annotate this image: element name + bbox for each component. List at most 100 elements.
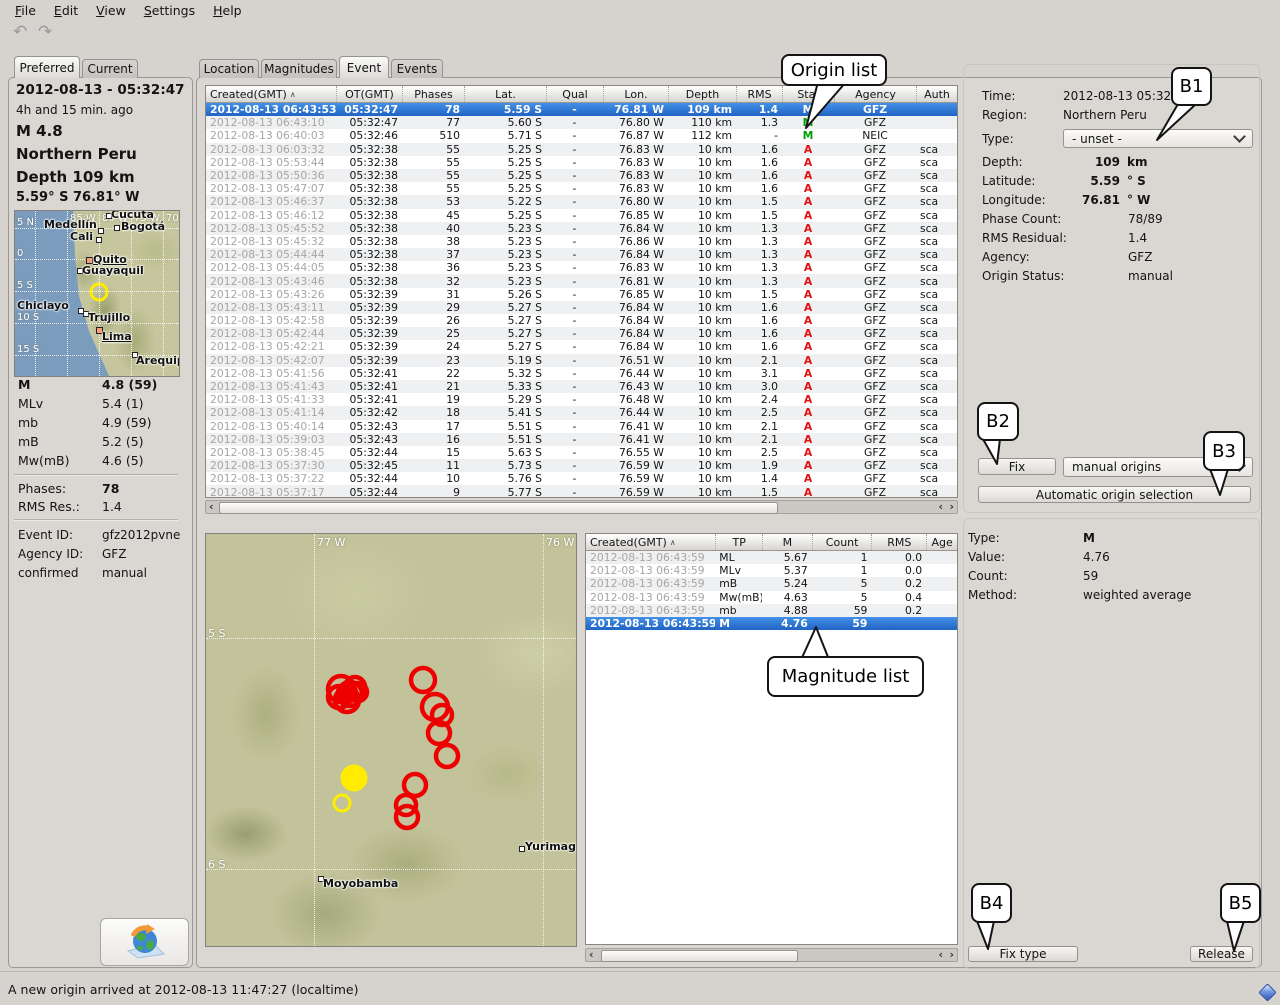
scrollbar-thumb[interactable] xyxy=(219,502,778,514)
scrollbar-thumb[interactable] xyxy=(601,950,798,962)
table-row[interactable]: 2012-08-13 05:38:4505:32:44155.63 S-76.5… xyxy=(206,446,957,459)
table-row[interactable]: 2012-08-13 05:41:1405:32:42185.41 S-76.4… xyxy=(206,406,957,419)
magnitude-table[interactable]: Created(GMT)∧TPMCountRMSAge2012-08-13 06… xyxy=(585,533,958,945)
column-header-depth[interactable]: Depth xyxy=(668,86,736,102)
table-row[interactable]: 2012-08-13 05:43:4605:32:38325.23 S-76.8… xyxy=(206,274,957,287)
table-row[interactable]: 2012-08-13 06:40:0305:32:465105.71 S-76.… xyxy=(206,129,957,142)
column-header-qual[interactable]: Qual xyxy=(546,86,603,102)
scroll-left-icon[interactable]: ‹ xyxy=(209,501,214,513)
scroll-right-icon[interactable]: › xyxy=(949,949,954,961)
show-map-button[interactable] xyxy=(100,918,189,966)
table-cell: - xyxy=(546,222,603,235)
table-row[interactable]: 2012-08-13 06:43:59mB5.2450.2 xyxy=(586,577,957,590)
tab-preferred[interactable]: Preferred xyxy=(14,56,80,78)
overview-map[interactable]: 85 W80 W75 W70 W5 N05 S10 S15 SCucutaMed… xyxy=(14,210,180,377)
table-row[interactable]: 2012-08-13 05:46:3705:32:38535.22 S-76.8… xyxy=(206,195,957,208)
table-cell: 2012-08-13 06:03:32 xyxy=(206,143,336,156)
table-row[interactable]: 2012-08-13 05:50:3605:32:38555.25 S-76.8… xyxy=(206,169,957,182)
table-row[interactable]: 2012-08-13 06:43:59ML5.6710.0 xyxy=(586,551,957,564)
location-map[interactable]: 77 W76 W5 S6 SYurimaguasMoyobamba xyxy=(205,533,577,947)
undo-icon[interactable]: ↶ xyxy=(13,22,27,42)
table-row[interactable]: 2012-08-13 05:37:2205:32:44105.76 S-76.5… xyxy=(206,472,957,485)
column-header-lat[interactable]: Lat. xyxy=(464,86,546,102)
column-header-tp[interactable]: TP xyxy=(715,534,762,550)
table-row[interactable]: 2012-08-13 06:43:1005:32:47775.60 S-76.8… xyxy=(206,116,957,129)
column-header-rms[interactable]: RMS xyxy=(871,534,926,550)
release-button[interactable]: Release xyxy=(1190,946,1253,962)
scroll-left-icon[interactable]: ‹ xyxy=(589,949,594,961)
menu-settings[interactable]: Settings xyxy=(135,1,204,20)
table-row[interactable]: 2012-08-13 05:41:3305:32:41195.29 S-76.4… xyxy=(206,393,957,406)
table-row[interactable]: 2012-08-13 05:42:0705:32:39235.19 S-76.5… xyxy=(206,354,957,367)
scroll-right-icon[interactable]: › xyxy=(949,501,954,513)
table-row[interactable]: 2012-08-13 05:42:4405:32:39255.27 S-76.8… xyxy=(206,327,957,340)
column-header-m[interactable]: M xyxy=(762,534,812,550)
column-header-rms[interactable]: RMS xyxy=(736,86,782,102)
redo-icon[interactable]: ↷ xyxy=(38,22,52,42)
automatic-origin-selection-button[interactable]: Automatic origin selection xyxy=(978,486,1251,503)
origin-table-hscrollbar[interactable]: ‹ ‹ › xyxy=(205,500,958,514)
magnitude-table-hscrollbar[interactable]: ‹ ‹ › xyxy=(585,948,958,962)
tab-magnitudes[interactable]: Magnitudes xyxy=(261,59,337,78)
column-header-otgmt[interactable]: OT(GMT) xyxy=(336,86,402,102)
table-row[interactable]: 2012-08-13 05:53:4405:32:38555.25 S-76.8… xyxy=(206,156,957,169)
table-row[interactable]: 2012-08-13 05:42:2105:32:39245.27 S-76.8… xyxy=(206,340,957,353)
table-row[interactable]: 2012-08-13 05:40:1405:32:43175.51 S-76.4… xyxy=(206,420,957,433)
column-header-createdgmt[interactable]: Created(GMT)∧ xyxy=(586,534,715,550)
table-row[interactable]: 2012-08-13 05:44:0505:32:38365.23 S-76.8… xyxy=(206,261,957,274)
table-row[interactable]: 2012-08-13 05:43:1105:32:39295.27 S-76.8… xyxy=(206,301,957,314)
grid-label: 5 S xyxy=(208,627,225,640)
table-row[interactable]: 2012-08-13 06:43:59Mw(mB)4.6350.4 xyxy=(586,591,957,604)
table-row[interactable]: 2012-08-13 05:44:4405:32:38375.23 S-76.8… xyxy=(206,248,957,261)
table-cell: 10 km xyxy=(668,301,736,314)
column-header-stat[interactable]: Stat xyxy=(782,86,834,102)
table-row[interactable]: 2012-08-13 05:47:0705:32:38555.25 S-76.8… xyxy=(206,182,957,195)
menu-edit[interactable]: Edit xyxy=(45,1,87,20)
table-cell: GFZ xyxy=(834,485,916,498)
table-row[interactable]: 2012-08-13 06:43:59mb4.88590.2 xyxy=(586,604,957,617)
column-header-count[interactable]: Count xyxy=(812,534,872,550)
table-row[interactable]: 2012-08-13 05:42:5805:32:39265.27 S-76.8… xyxy=(206,314,957,327)
table-cell: sca xyxy=(916,485,957,498)
column-header-createdgmt[interactable]: Created(GMT)∧ xyxy=(206,86,336,102)
table-row[interactable]: 2012-08-13 05:43:2605:32:39315.26 S-76.8… xyxy=(206,288,957,301)
table-cell: 76.59 W xyxy=(603,485,668,498)
column-header-auth[interactable]: Auth xyxy=(916,86,957,102)
table-row[interactable]: 2012-08-13 05:45:5205:32:38405.23 S-76.8… xyxy=(206,222,957,235)
table-row[interactable]: 2012-08-13 06:03:3205:32:38555.25 S-76.8… xyxy=(206,143,957,156)
table-row[interactable]: 2012-08-13 05:37:3005:32:45115.73 S-76.5… xyxy=(206,459,957,472)
table-row[interactable]: 2012-08-13 05:41:4305:32:41215.33 S-76.4… xyxy=(206,380,957,393)
table-row[interactable]: 2012-08-13 05:39:0305:32:43165.51 S-76.4… xyxy=(206,433,957,446)
table-cell: A xyxy=(782,261,834,274)
tab-events[interactable]: Events xyxy=(391,59,443,78)
scroll-left-icon[interactable]: ‹ xyxy=(938,501,943,513)
table-cell: 510 xyxy=(402,129,464,142)
table-cell: 5 xyxy=(812,591,872,604)
scroll-left-icon[interactable]: ‹ xyxy=(938,949,943,961)
tab-event[interactable]: Event xyxy=(339,56,389,78)
mag-summary-type: Mw(mB) xyxy=(18,453,70,468)
menu-help[interactable]: Help xyxy=(204,1,251,20)
tab-location[interactable]: Location xyxy=(199,59,259,78)
fix-type-button[interactable]: Fix type xyxy=(968,946,1078,962)
origin-table[interactable]: Created(GMT)∧OT(GMT)PhasesLat.QualLon.De… xyxy=(205,85,958,498)
column-header-phases[interactable]: Phases xyxy=(402,86,464,102)
menu-file[interactable]: File xyxy=(6,1,45,20)
column-header-age[interactable]: Age xyxy=(926,534,957,550)
table-row[interactable]: 2012-08-13 05:46:1205:32:38455.25 S-76.8… xyxy=(206,209,957,222)
column-header-lon[interactable]: Lon. xyxy=(603,86,668,102)
table-cell: 1.6 xyxy=(736,314,782,327)
origin-type-dropdown[interactable]: - unset - xyxy=(1063,129,1253,148)
table-row[interactable]: 2012-08-13 05:45:3205:32:38385.23 S-76.8… xyxy=(206,235,957,248)
table-row[interactable]: 2012-08-13 05:41:5605:32:41225.32 S-76.4… xyxy=(206,367,957,380)
column-header-agency[interactable]: Agency xyxy=(834,86,916,102)
tab-current[interactable]: Current xyxy=(82,59,138,78)
table-row[interactable]: 2012-08-13 06:43:5305:32:47785.59 S-76.8… xyxy=(206,103,957,116)
menu-view[interactable]: View xyxy=(87,1,135,20)
table-cell: A xyxy=(782,446,834,459)
table-row[interactable]: 2012-08-13 06:43:59M4.7659 xyxy=(586,617,957,630)
table-row[interactable]: 2012-08-13 06:43:59MLv5.3710.0 xyxy=(586,564,957,577)
table-cell: GFZ xyxy=(834,472,916,485)
table-row[interactable]: 2012-08-13 05:37:1705:32:4495.77 S-76.59… xyxy=(206,485,957,498)
fix-button[interactable]: Fix xyxy=(978,458,1056,475)
